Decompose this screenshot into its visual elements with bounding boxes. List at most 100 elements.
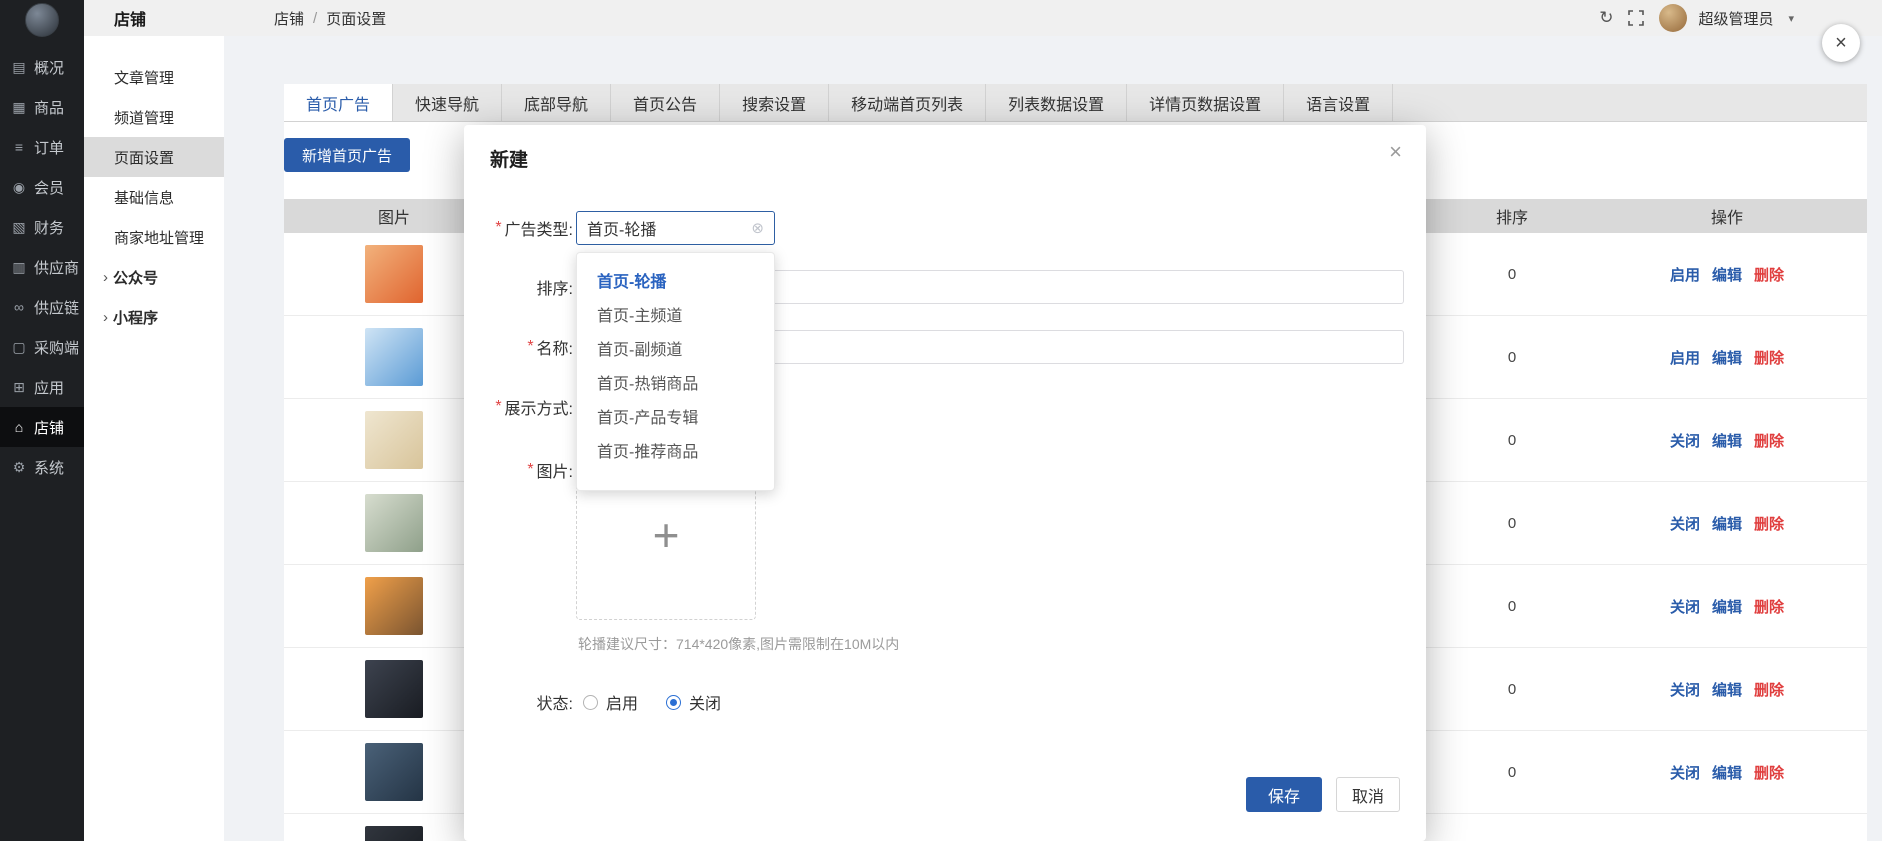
row-actions-cell: 关闭编辑删除	[1587, 430, 1867, 451]
submenu-item-address[interactable]: 商家地址管理	[84, 217, 224, 257]
row-delete-link[interactable]: 删除	[1754, 513, 1784, 534]
dropdown-option-6[interactable]: 首页-推荐商品	[577, 433, 774, 467]
overview-icon: ▤	[11, 59, 27, 76]
ad-type-select[interactable]: 首页-轮播 ⊗	[576, 211, 775, 245]
row-edit-link[interactable]: 编辑	[1712, 513, 1742, 534]
submenu-item-articles[interactable]: 文章管理	[84, 57, 224, 97]
user-name[interactable]: 超级管理员	[1698, 8, 1773, 29]
dropdown-option-4[interactable]: 首页-热销商品	[577, 365, 774, 399]
product-image	[365, 660, 423, 718]
submenu-item-page-settings[interactable]: 页面设置	[84, 137, 224, 177]
required-mark: *	[495, 398, 501, 416]
finance-icon: ▧	[11, 219, 27, 236]
status-label: 状态:	[464, 690, 573, 714]
status-radio-2[interactable]: 关闭	[666, 690, 721, 714]
add-home-ad-button[interactable]: 新增首页广告	[284, 138, 410, 172]
tab-mobile-home-list[interactable]: 移动端首页列表	[829, 84, 986, 121]
row-status-link[interactable]: 启用	[1670, 347, 1700, 368]
tab-quick-nav[interactable]: 快速导航	[393, 84, 502, 121]
submenu-item-mini-program[interactable]: ›小程序	[84, 297, 224, 337]
tab-detail-data-settings[interactable]: 详情页数据设置	[1127, 84, 1284, 121]
tab-home-notice[interactable]: 首页公告	[611, 84, 720, 121]
dropdown-option-1[interactable]: 首页-轮播	[577, 263, 774, 297]
required-mark: *	[527, 338, 533, 356]
procurement-icon: ▢	[11, 339, 27, 356]
status-radio-1[interactable]: 启用	[583, 690, 638, 714]
sidebar-item-orders[interactable]: ≡订单	[0, 127, 84, 167]
app-logo[interactable]	[25, 3, 59, 37]
sidebar-item-supply-chain[interactable]: ∞供应链	[0, 287, 84, 327]
cancel-button[interactable]: 取消	[1336, 777, 1400, 812]
row-status-link[interactable]: 关闭	[1670, 679, 1700, 700]
image-label: * 图片:	[464, 458, 573, 482]
clear-icon[interactable]: ⊗	[751, 219, 764, 237]
row-delete-link[interactable]: 删除	[1754, 762, 1784, 783]
sidebar-item-procurement[interactable]: ▢采购端	[0, 327, 84, 367]
submenu-title: 店铺	[84, 6, 224, 30]
row-status-link[interactable]: 关闭	[1670, 430, 1700, 451]
refresh-icon[interactable]: ↻	[1599, 8, 1613, 28]
sidebar-item-overview[interactable]: ▤概况	[0, 47, 84, 87]
row-status-link[interactable]: 关闭	[1670, 596, 1700, 617]
sidebar-item-system[interactable]: ⚙系统	[0, 447, 84, 487]
radio-label: 启用	[606, 690, 638, 714]
sidebar-item-apps[interactable]: ⊞应用	[0, 367, 84, 407]
dropdown-option-5[interactable]: 首页-产品专辑	[577, 399, 774, 433]
breadcrumb-item[interactable]: 店铺	[274, 8, 304, 29]
row-edit-link[interactable]: 编辑	[1712, 596, 1742, 617]
submenu-item-official-account[interactable]: ›公众号	[84, 257, 224, 297]
row-edit-link[interactable]: 编辑	[1712, 347, 1742, 368]
tab-language-settings[interactable]: 语言设置	[1284, 84, 1393, 121]
sidebar-item-goods[interactable]: ▦商品	[0, 87, 84, 127]
label-text: 广告类型:	[505, 216, 573, 240]
row-sort-value: 0	[1437, 598, 1587, 615]
ad-type-field: * 广告类型: 首页-轮播 ⊗	[464, 211, 775, 245]
tab-home-ads[interactable]: 首页广告	[284, 84, 393, 121]
row-delete-link[interactable]: 删除	[1754, 264, 1784, 285]
supply-chain-icon: ∞	[11, 299, 27, 315]
plus-icon: +	[653, 512, 680, 558]
tab-list-data-settings[interactable]: 列表数据设置	[986, 84, 1127, 121]
row-status-link[interactable]: 关闭	[1670, 513, 1700, 534]
row-sort-value: 0	[1437, 266, 1587, 283]
sidebar-item-members[interactable]: ◉会员	[0, 167, 84, 207]
goods-icon: ▦	[11, 99, 27, 116]
dropdown-option-2[interactable]: 首页-主频道	[577, 297, 774, 331]
fullscreen-icon[interactable]	[1628, 10, 1644, 26]
submenu-item-label: 公众号	[113, 267, 158, 288]
row-status-link[interactable]: 启用	[1670, 264, 1700, 285]
row-delete-link[interactable]: 删除	[1754, 347, 1784, 368]
sidebar-item-shop[interactable]: ⌂店铺	[0, 407, 84, 447]
row-edit-link[interactable]: 编辑	[1712, 762, 1742, 783]
row-delete-link[interactable]: 删除	[1754, 430, 1784, 451]
sidebar-item-supplier[interactable]: ▥供应商	[0, 247, 84, 287]
radio-dot	[666, 695, 681, 710]
tab-search-settings[interactable]: 搜索设置	[720, 84, 829, 121]
dropdown-option-3[interactable]: 首页-副频道	[577, 331, 774, 365]
row-edit-link[interactable]: 编辑	[1712, 264, 1742, 285]
submenu-item-basic-info[interactable]: 基础信息	[84, 177, 224, 217]
row-status-link[interactable]: 关闭	[1670, 762, 1700, 783]
modal-close-icon[interactable]: ×	[1389, 139, 1402, 165]
col-header-sort: 排序	[1437, 204, 1587, 228]
topbar: 店铺 店铺/页面设置 ↻ 超级管理员 ▾	[84, 0, 1882, 36]
page-close-button[interactable]: ×	[1822, 24, 1860, 62]
user-avatar[interactable]	[1659, 4, 1687, 32]
row-edit-link[interactable]: 编辑	[1712, 679, 1742, 700]
save-button[interactable]: 保存	[1246, 777, 1322, 812]
label-text: 图片:	[537, 458, 573, 482]
ad-type-label: * 广告类型:	[464, 216, 573, 240]
required-mark: *	[527, 461, 533, 479]
submenu-item-label: 商家地址管理	[114, 227, 204, 248]
row-delete-link[interactable]: 删除	[1754, 679, 1784, 700]
submenu-item-label: 文章管理	[114, 67, 174, 88]
row-delete-link[interactable]: 删除	[1754, 596, 1784, 617]
status-field: 状态: 启用 关闭	[464, 685, 749, 719]
breadcrumb-item[interactable]: 页面设置	[326, 8, 386, 29]
sidebar-item-finance[interactable]: ▧财务	[0, 207, 84, 247]
product-image	[365, 826, 423, 841]
tab-footer-nav[interactable]: 底部导航	[502, 84, 611, 121]
row-actions-cell: 关闭编辑删除	[1587, 513, 1867, 534]
submenu-item-channels[interactable]: 频道管理	[84, 97, 224, 137]
row-edit-link[interactable]: 编辑	[1712, 430, 1742, 451]
